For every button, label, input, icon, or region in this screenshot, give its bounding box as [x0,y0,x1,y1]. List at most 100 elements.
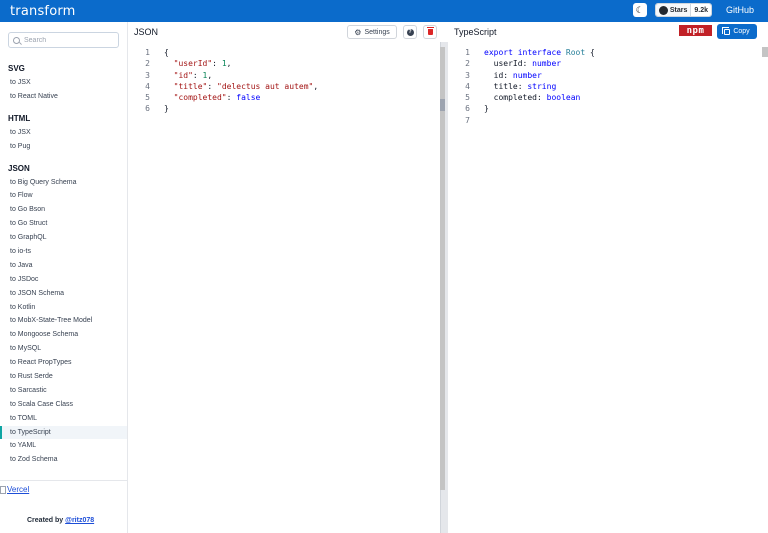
sidebar-item[interactable]: to TOML [0,412,127,426]
sidebar-item[interactable]: to React Native [0,90,127,104]
sidebar-item[interactable]: to Java [0,259,127,273]
line-number: 2 [145,59,150,69]
code-token: "completed" [173,93,227,103]
code-token: { [164,48,169,57]
line-number: 7 [465,115,470,125]
code-line: 6} [448,103,768,114]
search-box[interactable] [8,32,119,48]
code-text: id: number [484,70,542,81]
nav-list[interactable]: SVG to JSX to React Native HTML to JSX to Pug… [0,60,127,478]
sidebar-item[interactable]: to Scala Case Class [0,398,127,412]
sidebar-item[interactable]: to GraphQL [0,231,127,245]
sidebar-item[interactable]: to TypeScript [0,425,127,440]
npm-logo[interactable]: npm [679,25,712,36]
copy-label: Copy [733,28,750,35]
settings-button[interactable]: ⚙ Settings [347,25,397,39]
sidebar-item[interactable]: to YAML [0,439,127,453]
code-text: } [164,103,169,114]
code-token: , [207,70,213,80]
sidebar-item[interactable]: to Flow [0,189,127,203]
gear-icon: ⚙ [354,27,362,37]
sidebar-item[interactable]: to JSX [0,126,127,140]
code-token: number [512,70,542,80]
stars-count[interactable]: 9.2k [690,4,711,16]
sidebar-item[interactable]: to MySQL [0,342,127,356]
code-token: , [313,81,319,91]
code-token: } [484,104,489,114]
vercel-alt-text: Vercel [7,485,30,494]
github-link[interactable]: GitHub [726,5,754,15]
code-token: boolean [546,93,581,103]
code-token: : [212,59,222,69]
nav-group-title: HTML [8,113,31,123]
sidebar-item[interactable]: to io-ts [0,245,127,259]
sidebar-item[interactable]: to MobX-State-Tree Model [0,314,127,328]
code-token: userId: [484,59,533,69]
json-editor[interactable]: 1{2 "userId": 1, 3 "id": 1, 4 "title": "de… [128,47,440,533]
stars-label: Stars [669,6,688,14]
copy-button[interactable]: Copy [717,24,757,39]
brand-logo[interactable]: transform [10,4,76,19]
author-link[interactable]: @ritz078 [65,517,94,524]
sidebar-item[interactable]: to JSDoc [0,273,127,287]
top-bar: transform ☾ Stars 9.2k GitHub [0,0,768,22]
sidebar-item[interactable]: to Kotlin [0,301,127,315]
line-number: 1 [145,48,150,57]
code-token: , [226,59,232,69]
sidebar-item[interactable]: to JSX [0,76,127,90]
sidebar-item[interactable]: to Go Bson [0,203,127,217]
sidebar-item[interactable]: to Sarcastic [0,384,127,398]
sidebar-item[interactable]: to Zod Schema [0,453,127,467]
nav-group-title: JSON Schema [0,475,127,478]
sidebar-item[interactable]: to Go Struct [0,217,127,231]
sidebar-item[interactable]: to Rust Serde [0,370,127,384]
code-token: false [236,93,261,103]
code-line: 5 "completed": false [128,92,440,103]
code-text: "title": "delectus aut autem", [164,81,319,92]
ts-editor[interactable]: 1 export interface Root {2 userId: number… [448,47,768,533]
code-line: 1 export interface Root { [448,47,768,58]
json-editor-scroll-thumb[interactable] [440,99,445,111]
code-line: 2 "userId": 1, [128,58,440,69]
sidebar-item[interactable]: to Pug [0,140,127,154]
credit-prefix: Created by [27,517,66,524]
ts-panel-header: TypeScript npm Copy [448,22,768,42]
dark-mode-toggle[interactable]: ☾ [632,3,647,17]
code-token: : [192,70,203,80]
ts-panel-title: TypeScript [454,27,497,37]
search-input[interactable] [24,36,114,44]
code-token: id: [484,70,513,80]
github-stars-button[interactable]: Stars 9.2k [654,3,712,17]
line-number: 2 [465,59,470,69]
code-token: "delectus aut autem" [217,81,314,91]
code-line: 6} [128,103,440,114]
ts-editor-scrollbar[interactable] [762,47,768,57]
code-text: export interface Root { [484,47,595,58]
code-token: "userId" [173,59,213,69]
sidebar-item[interactable]: to JSON Schema [0,287,127,301]
code-token: : [226,93,237,103]
line-number: 5 [145,93,150,103]
line-number: 6 [145,104,150,114]
top-bar-actions: ☾ Stars 9.2k GitHub [632,3,754,17]
json-editor-scrollbar[interactable] [440,47,445,490]
help-button[interactable]: ? [403,25,417,39]
github-icon [658,5,668,15]
sidebar-item[interactable]: to React PropTypes [0,356,127,370]
json-panel-header: JSON ⚙ Settings ? [128,22,440,42]
vercel-link[interactable]: Vercel [0,485,29,494]
code-token: title: [484,81,528,91]
line-number: 6 [465,104,470,114]
code-line: 1{ [128,47,440,58]
sidebar-item[interactable]: to Mongoose Schema [0,328,127,342]
code-line: 3 "id": 1, [128,70,440,81]
clear-button[interactable] [423,25,437,39]
line-number: 3 [145,70,150,80]
line-number: 4 [465,81,470,91]
line-number: 4 [145,81,150,91]
json-panel-title: JSON [134,27,159,37]
sidebar-item[interactable]: to Big Query Schema [0,176,127,190]
credit-text: Created by @ritz078 [27,517,94,524]
